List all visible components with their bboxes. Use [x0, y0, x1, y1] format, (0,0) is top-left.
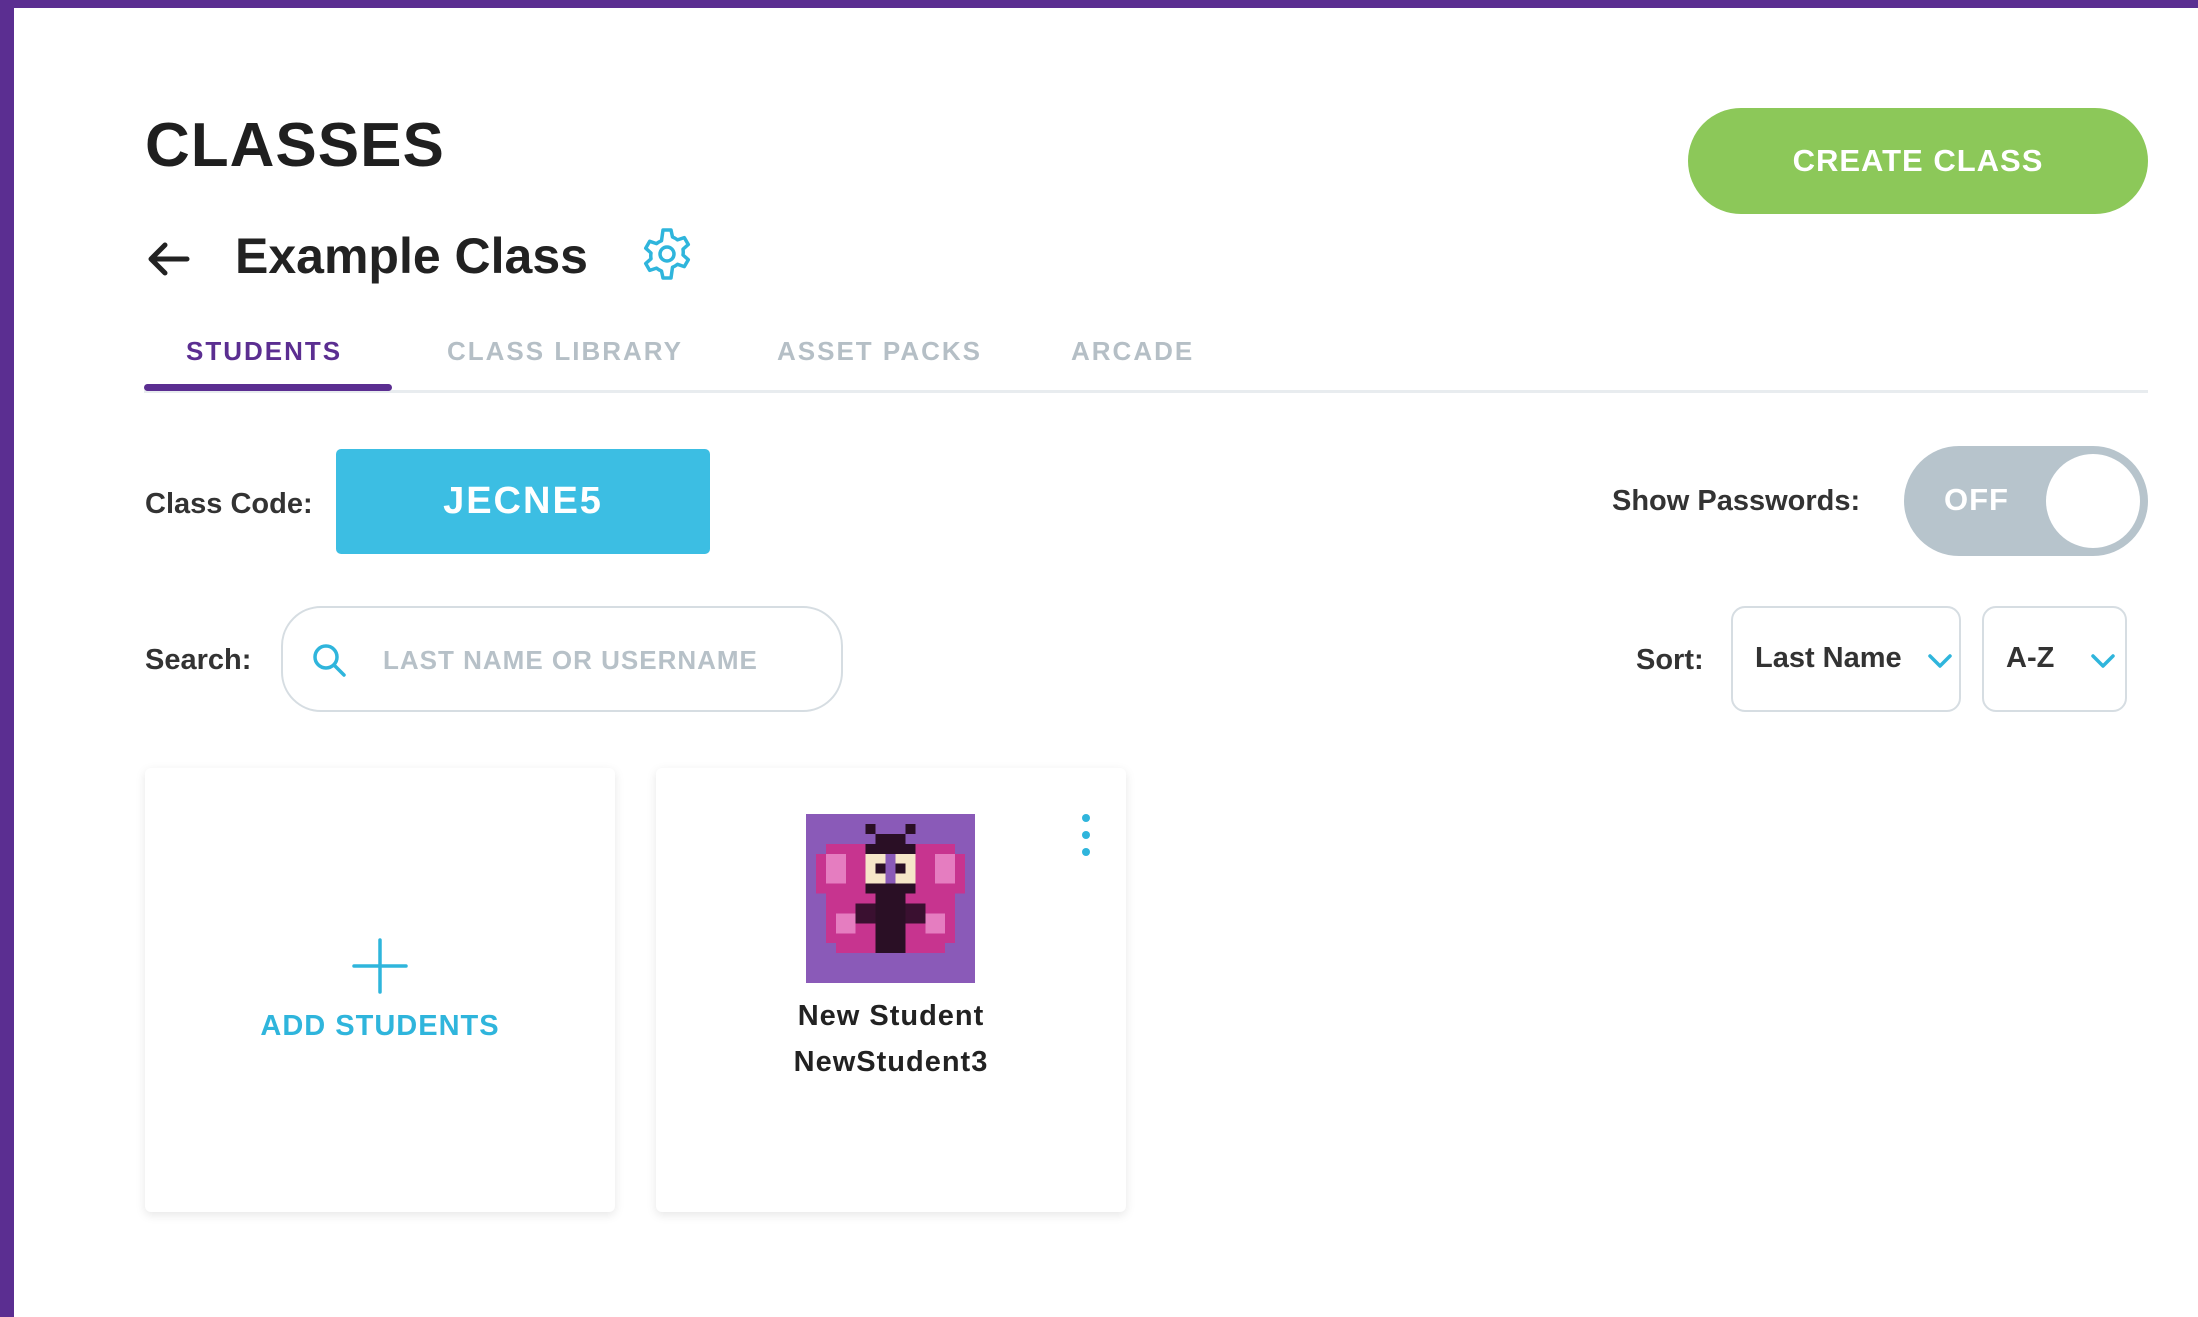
- chevron-down-icon: [2091, 654, 2115, 668]
- butterfly-avatar: [806, 814, 975, 983]
- gear-icon[interactable]: [639, 226, 695, 282]
- tab-students[interactable]: STUDENTS: [186, 336, 342, 367]
- search-label: Search:: [145, 644, 252, 676]
- app-frame: CLASSES CREATE CLASS Example Class STUDE…: [14, 8, 2198, 1317]
- search-icon: [313, 644, 346, 677]
- active-tab-indicator: [144, 384, 392, 391]
- tab-asset-packs[interactable]: ASSET PACKS: [777, 336, 982, 367]
- class-code-label: Class Code:: [145, 488, 313, 520]
- toggle-knob: [2046, 454, 2140, 548]
- sort-order-value: A-Z: [2006, 642, 2055, 674]
- student-username: NewStudent3: [793, 1046, 989, 1078]
- page-title: CLASSES: [145, 111, 445, 180]
- student-card[interactable]: New Student NewStudent3: [656, 768, 1126, 1212]
- toggle-state-text: OFF: [1944, 482, 2009, 517]
- create-class-button[interactable]: CREATE CLASS: [1688, 108, 2148, 214]
- add-students-card[interactable]: ADD STUDENTS: [145, 768, 615, 1212]
- chevron-down-icon: [1928, 654, 1952, 668]
- student-name: New Student: [797, 1000, 985, 1032]
- show-passwords-label: Show Passwords:: [1612, 485, 1861, 517]
- tab-arcade[interactable]: ARCADE: [1071, 336, 1194, 367]
- sort-label: Sort:: [1636, 644, 1704, 676]
- back-arrow-icon[interactable]: [145, 236, 191, 282]
- search-input[interactable]: [383, 634, 803, 686]
- sort-order-select[interactable]: A-Z: [1982, 606, 2127, 712]
- add-students-label: ADD STUDENTS: [260, 1010, 500, 1042]
- class-tabs: STUDENTS CLASS LIBRARY ASSET PACKS ARCAD…: [144, 318, 2148, 393]
- more-options-icon[interactable]: [1076, 812, 1096, 858]
- search-box: [281, 606, 843, 712]
- show-passwords-toggle[interactable]: OFF: [1904, 446, 2148, 556]
- class-name: Example Class: [235, 228, 588, 284]
- sort-field-value: Last Name: [1755, 642, 1902, 674]
- plus-icon: [352, 938, 408, 994]
- tab-class-library[interactable]: CLASS LIBRARY: [447, 336, 683, 367]
- sort-field-select[interactable]: Last Name: [1731, 606, 1961, 712]
- class-code-value: JECNE5: [336, 449, 710, 554]
